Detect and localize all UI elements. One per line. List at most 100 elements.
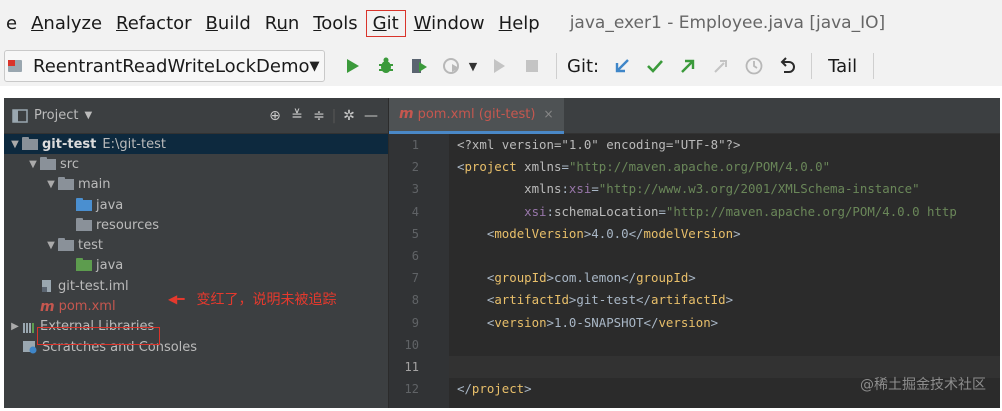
update-arrow-icon: [615, 59, 629, 73]
chevron-right-icon[interactable]: ▶: [8, 321, 22, 332]
watermark: @稀土掘金技术社区: [860, 377, 986, 393]
tree-item-main[interactable]: ▼ main: [4, 175, 388, 195]
menu-item-edit[interactable]: e: [0, 11, 23, 36]
editor-tab-bar: m pom.xml (git-test) ×: [389, 98, 1000, 134]
tree-item-test-java[interactable]: java: [4, 256, 388, 276]
project-tool-window: Project ▼ ⊕ ≚ ≑ | ✲ — ▼ git-test E:\git-…: [4, 98, 388, 408]
resume-icon: [494, 59, 505, 73]
menu-item-tools[interactable]: Tools: [307, 11, 363, 36]
tree-item-git-test[interactable]: ▼ git-test E:\git-test: [4, 134, 388, 155]
annotation-text: 变红了，说明未被追踪: [196, 292, 337, 308]
tree-item-main-java[interactable]: java: [4, 195, 388, 215]
git-update-button[interactable]: [608, 51, 636, 81]
hide-icon[interactable]: —: [360, 108, 382, 124]
code-token: <?xml version="1.0" encoding="UTF-8"?>: [457, 137, 741, 152]
code-token: :: [561, 181, 569, 197]
check-icon: [647, 60, 664, 73]
project-tree: ▼ git-test E:\git-test ▼ src ▼ main java: [4, 134, 388, 357]
top-panel: e Analyze Refactor Build Run Tools Git W…: [0, 0, 1002, 86]
coverage-button[interactable]: [405, 51, 433, 81]
run-config-selector[interactable]: ReentrantReadWriteLockDemo ▼: [4, 50, 325, 82]
chevron-down-icon[interactable]: ▼: [8, 139, 22, 150]
code-token: =: [591, 181, 599, 197]
source-folder-icon: [76, 197, 92, 211]
chevron-down-icon[interactable]: ▼: [44, 179, 58, 190]
stop-button[interactable]: [518, 51, 546, 81]
divider: |: [331, 107, 337, 124]
more-run-dropdown[interactable]: ▼: [466, 51, 480, 81]
project-view-selector[interactable]: Project: [34, 108, 78, 123]
annotation: ◀━ 变红了，说明未被追踪: [168, 289, 336, 309]
tree-item-label: test: [78, 238, 103, 254]
code-token: groupId: [494, 270, 547, 286]
menu-item-git[interactable]: Git: [365, 9, 406, 37]
code-line: <project xmlns="http://maven.apache.org/…: [449, 156, 1000, 178]
menu-item-refactor[interactable]: Refactor: [110, 11, 198, 36]
git-commit-button[interactable]: [641, 51, 669, 81]
editor: m pom.xml (git-test) × 1 2 3 4 5 6 7 8 9 10 11 12 <…: [389, 98, 1000, 408]
gear-icon[interactable]: ✲: [338, 108, 360, 124]
tree-item-label: git-test.iml: [58, 278, 129, 294]
menu-item-run[interactable]: Run: [259, 11, 306, 36]
tree-item-label: pom.xml: [58, 299, 116, 315]
chevron-down-icon[interactable]: ▼: [44, 240, 58, 251]
compare-icon: [714, 60, 728, 73]
menu-item-analyze[interactable]: Analyze: [25, 11, 108, 36]
expand-all-icon[interactable]: ≚: [286, 108, 308, 124]
resources-folder-icon: [76, 217, 92, 231]
locate-icon[interactable]: ⊕: [264, 108, 286, 124]
code-token: >: [710, 314, 719, 330]
line-number: 7: [411, 271, 419, 286]
tail-button[interactable]: Tail: [822, 56, 863, 77]
tab-pom-xml[interactable]: m pom.xml (git-test) ×: [389, 98, 564, 134]
code-token: xsi: [568, 181, 592, 197]
ide-window: Project ▼ ⊕ ≚ ≑ | ✲ — ▼ git-test E:\git-…: [4, 98, 1000, 408]
line-number: 9: [411, 315, 419, 330]
chevron-down-icon[interactable]: ▼: [26, 159, 40, 170]
clock-icon: [745, 57, 763, 75]
code-line: <modelVersion>4.0.0</modelVersion>: [449, 223, 1000, 245]
tree-item-label: main: [78, 177, 111, 193]
code-token: version: [658, 314, 711, 330]
code-line: xsi:schemaLocation="http://maven.apache.…: [449, 201, 1000, 223]
debug-button[interactable]: [372, 51, 400, 81]
code-token: "http://maven.apache.org/POM/4.0.0 http: [665, 203, 957, 219]
run-button[interactable]: [339, 51, 367, 81]
menu-item-build[interactable]: Build: [200, 11, 257, 36]
code-token: xsi: [524, 203, 547, 219]
project-window-icon: [12, 108, 28, 123]
tree-item-test[interactable]: ▼ test: [4, 235, 388, 255]
code-line: xmlns:xsi="http://www.w3.org/2001/XMLSch…: [449, 178, 1000, 200]
stop-icon: [526, 60, 538, 72]
git-compare-button[interactable]: [707, 51, 735, 81]
tree-item-label: java: [96, 197, 124, 213]
menu-item-help[interactable]: Help: [493, 11, 546, 36]
tree-item-resources[interactable]: resources: [4, 215, 388, 235]
git-push-button[interactable]: [674, 51, 702, 81]
libraries-icon: [23, 322, 34, 333]
menu-item-window[interactable]: Window: [408, 11, 491, 36]
close-icon[interactable]: ×: [543, 107, 553, 121]
coverage-icon: [412, 59, 427, 73]
tree-item-src[interactable]: ▼ src: [4, 154, 388, 174]
tree-item-label: java: [96, 258, 124, 274]
code-token: project: [471, 381, 525, 397]
code-token: schemaLocation: [554, 203, 659, 219]
collapse-all-icon[interactable]: ≑: [308, 108, 330, 124]
code-token: <: [457, 314, 495, 330]
chevron-down-icon[interactable]: ▼: [84, 110, 92, 121]
git-history-button[interactable]: [740, 51, 768, 81]
resume-button[interactable]: [485, 51, 513, 81]
code-token: >: [725, 292, 734, 308]
project-header: Project ▼ ⊕ ≚ ≑ | ✲ —: [4, 98, 388, 134]
tree-item-path: E:\git-test: [102, 136, 166, 152]
menu-bar: e Analyze Refactor Build Run Tools Git W…: [0, 0, 1002, 46]
code-token: >com.lemon</: [546, 270, 637, 286]
git-rollback-button[interactable]: [773, 51, 801, 81]
code-area[interactable]: <?xml version="1.0" encoding="UTF-8"?> <p…: [449, 134, 1000, 408]
code-token: >1.0-SNAPSHOT</: [546, 314, 659, 330]
profile-button[interactable]: [438, 51, 466, 81]
tree-item-label: git-test: [42, 136, 97, 152]
